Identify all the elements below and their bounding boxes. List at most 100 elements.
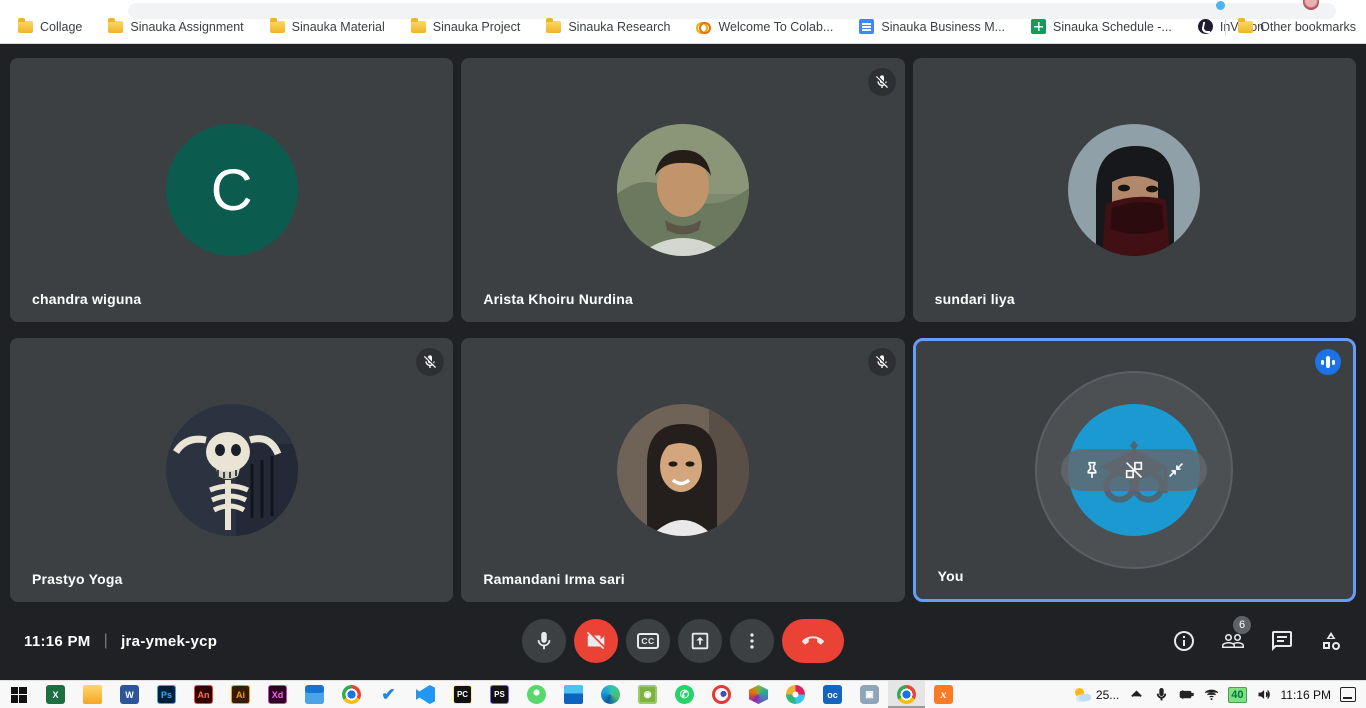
screen: Collage Sinauka Assignment Sinauka Mater… [0, 0, 1366, 708]
leave-call-button[interactable] [782, 619, 844, 663]
android-icon [527, 685, 546, 704]
present-icon [689, 630, 711, 652]
taskbar-pycharm[interactable]: PC [444, 681, 481, 708]
call-controls: CC [522, 619, 844, 663]
battery-percent-badge[interactable]: 40 [1228, 687, 1246, 703]
tray-mic-icon[interactable] [1153, 687, 1169, 703]
avatar [617, 404, 749, 536]
taskbar-animate[interactable]: An [185, 681, 222, 708]
bookmark-sinauka-business[interactable]: Sinauka Business M... [859, 19, 1005, 34]
present-button[interactable] [678, 619, 722, 663]
bookmark-sinauka-research[interactable]: Sinauka Research [546, 20, 670, 34]
taskbar-hexagon-app[interactable] [740, 681, 777, 708]
taskbar-photoshop[interactable]: Ps [148, 681, 185, 708]
pycharm-icon: PC [453, 685, 472, 704]
taskbar-flower-app[interactable] [777, 681, 814, 708]
taskbar-edge[interactable] [592, 681, 629, 708]
bookmark-sinauka-project[interactable]: Sinauka Project [411, 20, 521, 34]
oc-app-icon: oc [823, 685, 842, 704]
participants-button[interactable]: 6 [1220, 628, 1246, 654]
activities-button[interactable] [1318, 628, 1344, 654]
calendar-icon [305, 685, 324, 704]
action-center-icon[interactable] [1340, 687, 1356, 703]
minimize-icon[interactable] [1165, 459, 1187, 481]
folder-icon [18, 21, 33, 33]
participant-tile-sundari[interactable]: sundari liya [913, 58, 1356, 322]
mic-off-icon [874, 74, 890, 90]
bookmark-label: Welcome To Colab... [718, 20, 833, 34]
camera-off-button[interactable] [574, 619, 618, 663]
participant-tile-you[interactable]: You [913, 338, 1356, 602]
windows-logo-icon [11, 687, 27, 703]
tray-battery-icon[interactable] [1178, 687, 1194, 703]
start-button[interactable] [0, 681, 37, 708]
taskbar-word[interactable]: W [111, 681, 148, 708]
taskbar-meet-camera-app[interactable]: ▣ [851, 681, 888, 708]
divider: | [104, 632, 108, 650]
participant-tile-prastyo[interactable]: Prastyo Yoga [10, 338, 453, 602]
phpstorm-icon: PS [490, 685, 509, 704]
participant-tile-arista[interactable]: Arista Khoiru Nurdina [461, 58, 904, 322]
bookmark-sinauka-material[interactable]: Sinauka Material [270, 20, 385, 34]
bookmark-sinauka-assignment[interactable]: Sinauka Assignment [108, 20, 243, 34]
mic-button[interactable] [522, 619, 566, 663]
bookmark-colab[interactable]: Welcome To Colab... [696, 19, 833, 34]
folder-icon [270, 21, 285, 33]
chrome-icon [897, 685, 916, 704]
whatsapp-icon: ✆ [675, 685, 694, 704]
photo-avatar [617, 404, 749, 536]
remove-tile-icon[interactable] [1123, 459, 1145, 481]
weather-widget[interactable]: 25... [1074, 688, 1119, 702]
participant-tile-chandra[interactable]: C chandra wiguna [10, 58, 453, 322]
tray-clock[interactable]: 11:16 PM [1281, 688, 1331, 702]
bookmarks-separator [1225, 18, 1226, 36]
meet-side-panel-buttons: 6 [1171, 628, 1344, 654]
mic-muted-badge [868, 348, 896, 376]
bookmark-sinauka-schedule[interactable]: Sinauka Schedule -... [1031, 19, 1172, 34]
chat-button[interactable] [1269, 628, 1295, 654]
taskbar-oc-app[interactable]: oc [814, 681, 851, 708]
bookmark-label: Sinauka Material [292, 20, 385, 34]
hexagon-app-icon [749, 685, 768, 704]
camera-app-icon: ◉ [638, 685, 657, 704]
taskbar-xampp[interactable]: x [925, 681, 962, 708]
taskbar-chrome[interactable] [333, 681, 370, 708]
photoshop-icon: Ps [157, 685, 176, 704]
more-options-button[interactable] [730, 619, 774, 663]
taskbar-camera-app[interactable]: ◉ [629, 681, 666, 708]
taskbar-red-swirl-app[interactable] [703, 681, 740, 708]
bookmark-label: Sinauka Project [433, 20, 521, 34]
participant-name: Ramandani Irma sari [483, 571, 625, 587]
captions-button[interactable]: CC [626, 619, 670, 663]
extension-icon[interactable] [1216, 1, 1225, 10]
taskbar-phpstorm[interactable]: PS [481, 681, 518, 708]
taskbar-vscode[interactable] [407, 681, 444, 708]
taskbar-chrome-active[interactable] [888, 681, 925, 708]
taskbar-excel[interactable]: X [37, 681, 74, 708]
taskbar-file-explorer[interactable] [74, 681, 111, 708]
flower-app-icon [786, 685, 805, 704]
taskbar-check-app[interactable]: ✔ [370, 681, 407, 708]
word-icon: W [120, 685, 139, 704]
other-bookmarks-button[interactable]: Other bookmarks [1238, 20, 1356, 34]
taskbar-xd[interactable]: Xd [259, 681, 296, 708]
taskbar-whatsapp[interactable]: ✆ [666, 681, 703, 708]
taskbar-mail[interactable] [555, 681, 592, 708]
participant-tile-ramandani[interactable]: Ramandani Irma sari [461, 338, 904, 602]
chrome-icon [342, 685, 361, 704]
tray-wifi-icon[interactable] [1203, 687, 1219, 703]
bookmark-collage[interactable]: Collage [18, 20, 82, 34]
avatar [166, 404, 298, 536]
taskbar-illustrator[interactable]: Ai [222, 681, 259, 708]
taskbar-calendar[interactable] [296, 681, 333, 708]
address-bar[interactable] [128, 3, 1336, 19]
colab-icon [696, 19, 711, 34]
tray-chevron-up-icon[interactable] [1128, 687, 1144, 703]
meeting-details-button[interactable] [1171, 628, 1197, 654]
pin-icon[interactable] [1081, 459, 1103, 481]
taskbar-android[interactable] [518, 681, 555, 708]
call-end-icon [802, 630, 824, 652]
check-icon: ✔ [379, 685, 398, 704]
tray-volume-icon[interactable] [1256, 687, 1272, 703]
clock: 11:16 PM [24, 633, 91, 650]
